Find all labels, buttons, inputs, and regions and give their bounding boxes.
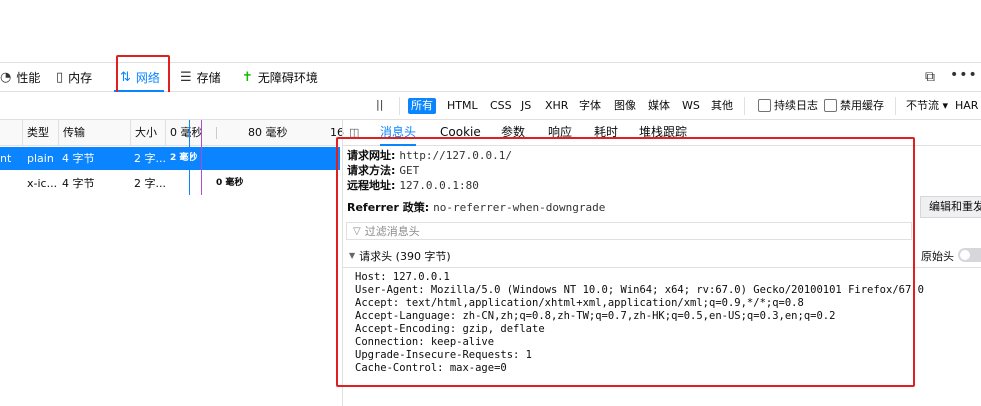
timeline-tick-mark — [216, 127, 217, 139]
tab-network[interactable]: ⇅ 网络 — [114, 63, 164, 92]
row-size: 2 字... — [134, 152, 166, 165]
column-type[interactable]: 类型 — [23, 120, 59, 146]
request-headers-title: 请求头 (390 字节) — [359, 249, 451, 263]
throttle-select[interactable]: 不节流 ▾ — [906, 98, 948, 114]
request-method: 请求方法: GET — [347, 164, 420, 177]
row-timing: 2 毫秒 — [170, 153, 198, 163]
disable-cache-label: 禁用缓存 — [840, 99, 884, 112]
dom-content-loaded-line — [189, 120, 190, 195]
performance-icon: ◔ — [0, 70, 12, 85]
timeline-tick-80: 80 毫秒 — [248, 126, 288, 139]
tab-storage[interactable]: ☰ 存储 — [180, 63, 221, 92]
chevron-down-icon: ▼ — [349, 251, 356, 260]
raw-header-line: Connection: keep-alive — [355, 336, 495, 348]
request-headers-section[interactable]: ▼ 请求头 (390 字节) — [343, 244, 981, 268]
filter-all[interactable]: 所有 — [408, 98, 436, 114]
raw-header-line: Accept-Language: zh-CN,zh;q=0.8,zh-TW;q=… — [355, 310, 836, 322]
network-filter-bar: || 所有 HTML CSS JS XHR 字体 图像 媒体 WS 其他 持续日… — [0, 92, 981, 120]
divider — [399, 97, 400, 115]
filter-other[interactable]: 其他 — [708, 98, 736, 114]
table-row[interactable]: nt plain 4 字节 2 字... 2 毫秒 — [0, 147, 340, 170]
tab-performance[interactable]: ◔ 性能 — [0, 63, 40, 92]
tab-accessibility[interactable]: ✝ 无障碍环境 — [242, 63, 318, 92]
filter-xhr[interactable]: XHR — [542, 98, 571, 114]
raw-header-line: Accept: text/html,application/xhtml+xml,… — [355, 297, 804, 309]
column-timeline[interactable]: 0 毫秒 80 毫秒 16 — [166, 120, 344, 146]
persist-logs-checkbox[interactable] — [758, 99, 771, 112]
har-button[interactable]: HAR — [955, 98, 978, 114]
row-transfer: 4 字节 — [62, 177, 95, 190]
toggle-sidebar-icon[interactable]: ◫ — [349, 126, 359, 139]
referrer-policy: Referrer 政策: no-referrer-when-downgrade — [347, 201, 606, 214]
storage-icon: ☰ — [180, 70, 192, 85]
raw-header-line: User-Agent: Mozilla/5.0 (Windows NT 10.0… — [355, 284, 924, 296]
tab-timings[interactable]: 耗时 — [594, 120, 618, 146]
raw-headers-toggle[interactable] — [958, 248, 981, 262]
row-file: nt — [0, 152, 12, 165]
filter-css[interactable]: CSS — [487, 98, 515, 114]
raw-headers-label: 原始头 — [921, 250, 954, 263]
edit-resend-button[interactable]: 编辑和重发 — [920, 196, 981, 218]
tab-headers[interactable]: 消息头 — [380, 120, 417, 146]
responsive-design-icon[interactable]: ⧉ — [925, 69, 935, 85]
filter-images[interactable]: 图像 — [611, 98, 639, 114]
tab-params[interactable]: 参数 — [501, 120, 525, 146]
row-timing: 0 毫秒 — [216, 178, 244, 188]
column-file[interactable] — [0, 120, 23, 146]
row-file — [0, 172, 22, 195]
filter-html[interactable]: HTML — [444, 98, 481, 114]
row-transfer: 4 字节 — [62, 152, 95, 165]
pause-button[interactable]: || — [376, 98, 383, 111]
table-row[interactable]: x-ic... 4 字节 2 字... 0 毫秒 — [0, 172, 340, 195]
raw-header-line: Accept-Encoding: gzip, deflate — [355, 323, 545, 335]
divider — [744, 97, 745, 115]
row-type: plain — [27, 152, 54, 165]
filter-media[interactable]: 媒体 — [645, 98, 673, 114]
load-event-line — [201, 120, 202, 195]
persist-logs-label: 持续日志 — [774, 99, 818, 112]
network-icon: ⇅ — [120, 70, 131, 85]
accessibility-icon: ✝ — [242, 70, 253, 85]
column-transfer[interactable]: 传输 — [59, 120, 131, 146]
requests-table-header: 类型 传输 大小 0 毫秒 80 毫秒 16 — [0, 120, 344, 146]
details-tabbar: ◫ 消息头 Cookie 参数 响应 耗时 堆栈跟踪 — [343, 120, 981, 146]
disable-cache-checkbox[interactable] — [824, 99, 837, 112]
filter-fonts[interactable]: 字体 — [576, 98, 604, 114]
header-filter-box[interactable]: ▽ 过滤消息头 — [346, 222, 912, 240]
row-type: x-ic... — [27, 177, 58, 190]
column-size[interactable]: 大小 — [131, 120, 166, 146]
filter-ws[interactable]: WS — [679, 98, 703, 114]
filter-icon: ▽ — [353, 225, 361, 237]
row-size: 2 字... — [134, 177, 166, 190]
divider — [895, 97, 896, 115]
raw-header-line: Host: 127.0.0.1 — [355, 271, 450, 283]
filter-js[interactable]: JS — [518, 98, 534, 114]
devtools-tabbar: ◔ 性能 ▯ 内存 ⇅ 网络 ☰ 存储 ✝ 无障碍环境 ⧉ ••• — [0, 62, 981, 92]
raw-header-line: Upgrade-Insecure-Requests: 1 — [355, 349, 533, 361]
toggle-knob — [960, 250, 970, 260]
more-options-icon[interactable]: ••• — [950, 67, 978, 83]
timeline-tick-0: 0 毫秒 — [170, 126, 203, 139]
filter-placeholder: 过滤消息头 — [364, 225, 420, 238]
memory-icon: ▯ — [56, 70, 64, 85]
remote-address: 远程地址: 127.0.0.1:80 — [347, 179, 479, 192]
request-url: 请求网址: http://127.0.0.1/ — [347, 149, 512, 162]
tab-response[interactable]: 响应 — [548, 120, 572, 146]
raw-header-line: Cache-Control: max-age=0 — [355, 362, 507, 374]
tab-cookie[interactable]: Cookie — [440, 120, 481, 146]
tab-stack-trace[interactable]: 堆栈跟踪 — [639, 120, 687, 146]
tab-memory[interactable]: ▯ 内存 — [56, 63, 92, 92]
